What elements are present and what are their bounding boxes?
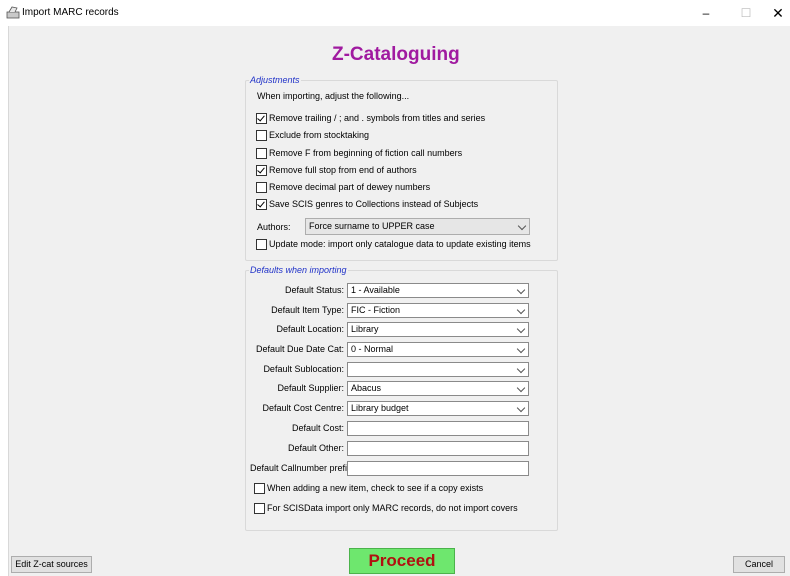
- chevron-down-icon: [516, 383, 526, 393]
- default-cost-centre-value: Library budget: [351, 403, 409, 413]
- chevron-down-icon: [516, 285, 526, 295]
- minimize-button[interactable]: –: [688, 0, 724, 26]
- app-icon: [6, 6, 20, 19]
- default-due-date-cat-label: Default Due Date Cat:: [255, 344, 344, 354]
- default-item-type-select[interactable]: FIC - Fiction: [347, 303, 529, 318]
- label-scis-only: For SCISData import only MARC records, d…: [267, 503, 518, 513]
- label-check-copy: When adding a new item, check to see if …: [267, 483, 484, 493]
- default-location-label: Default Location:: [276, 324, 344, 334]
- default-cost-centre-label: Default Cost Centre:: [262, 403, 344, 413]
- default-supplier-label: Default Supplier:: [277, 383, 344, 393]
- authors-label: Authors:: [257, 222, 291, 232]
- default-sublocation-select[interactable]: [347, 362, 529, 377]
- chevron-down-icon: [516, 403, 526, 413]
- authors-dropdown-value: Force surname to UPPER case: [309, 221, 435, 231]
- default-status-label: Default Status:: [284, 285, 344, 295]
- checkbox-remove-full-stop[interactable]: [256, 165, 267, 176]
- default-item-type-value: FIC - Fiction: [351, 305, 401, 315]
- adjustments-intro: When importing, adjust the following...: [257, 91, 410, 101]
- default-other-value: [348, 443, 351, 453]
- default-supplier-select[interactable]: Abacus: [347, 381, 529, 396]
- default-due-date-cat-select[interactable]: 0 - Normal: [347, 342, 529, 357]
- proceed-button[interactable]: Proceed: [349, 548, 455, 574]
- default-cost-centre-select[interactable]: Library budget: [347, 401, 529, 416]
- default-callnumber-prefix-value: [348, 463, 351, 473]
- default-cost-value: [348, 423, 351, 433]
- default-other-input[interactable]: [347, 441, 529, 456]
- default-location-value: Library: [351, 324, 379, 334]
- checkbox-remove-decimal[interactable]: [256, 182, 267, 193]
- default-status-select[interactable]: 1 - Available: [347, 283, 529, 298]
- close-button[interactable]: ✕: [760, 0, 790, 26]
- checkbox-exclude-stocktaking[interactable]: [256, 130, 267, 141]
- default-due-date-cat-value: 0 - Normal: [351, 344, 394, 354]
- default-cost-label: Default Cost:: [291, 423, 344, 433]
- title-bar: Import MARC records – ☐ ✕: [0, 0, 790, 26]
- default-cost-input[interactable]: [347, 421, 529, 436]
- chevron-down-icon: [517, 221, 527, 231]
- checkbox-save-scis-genres[interactable]: [256, 199, 267, 210]
- chevron-down-icon: [516, 344, 526, 354]
- default-sublocation-label: Default Sublocation:: [263, 364, 344, 374]
- edit-z-cat-sources-button[interactable]: Edit Z-cat sources: [11, 556, 92, 573]
- default-callnumber-prefix-input[interactable]: [347, 461, 529, 476]
- authors-dropdown[interactable]: Force surname to UPPER case: [305, 218, 530, 235]
- maximize-button[interactable]: ☐: [728, 0, 764, 26]
- default-item-type-label: Default Item Type:: [271, 305, 344, 315]
- default-status-value: 1 - Available: [351, 285, 400, 295]
- chevron-down-icon: [516, 324, 526, 334]
- label-save-scis-genres: Save SCIS genres to Collections instead …: [269, 199, 479, 209]
- window-title: Import MARC records: [22, 7, 119, 18]
- checkbox-scis-only[interactable]: [254, 503, 265, 514]
- adjustments-legend: Adjustments: [250, 75, 300, 85]
- label-exclude-stocktaking: Exclude from stocktaking: [269, 130, 370, 140]
- checkbox-check-copy[interactable]: [254, 483, 265, 494]
- checkbox-remove-trailing[interactable]: [256, 113, 267, 124]
- default-location-select[interactable]: Library: [347, 322, 529, 337]
- defaults-legend: Defaults when importing: [250, 265, 347, 275]
- label-update-mode: Update mode: import only catalogue data …: [269, 239, 531, 249]
- chevron-down-icon: [516, 305, 526, 315]
- label-remove-trailing: Remove trailing / ; and . symbols from t…: [269, 113, 486, 123]
- checkbox-remove-f[interactable]: [256, 148, 267, 159]
- default-supplier-value: Abacus: [351, 383, 382, 393]
- checkbox-update-mode[interactable]: [256, 239, 267, 250]
- chevron-down-icon: [516, 364, 526, 374]
- default-callnumber-prefix-label: Default Callnumber prefix:: [250, 463, 355, 473]
- label-remove-decimal: Remove decimal part of dewey numbers: [269, 182, 431, 192]
- cancel-button[interactable]: Cancel: [733, 556, 785, 573]
- page-title: Z-Cataloguing: [332, 44, 460, 65]
- default-other-label: Default Other:: [287, 443, 344, 453]
- label-remove-f: Remove F from beginning of fiction call …: [269, 148, 463, 158]
- label-remove-full-stop: Remove full stop from end of authors: [269, 165, 417, 175]
